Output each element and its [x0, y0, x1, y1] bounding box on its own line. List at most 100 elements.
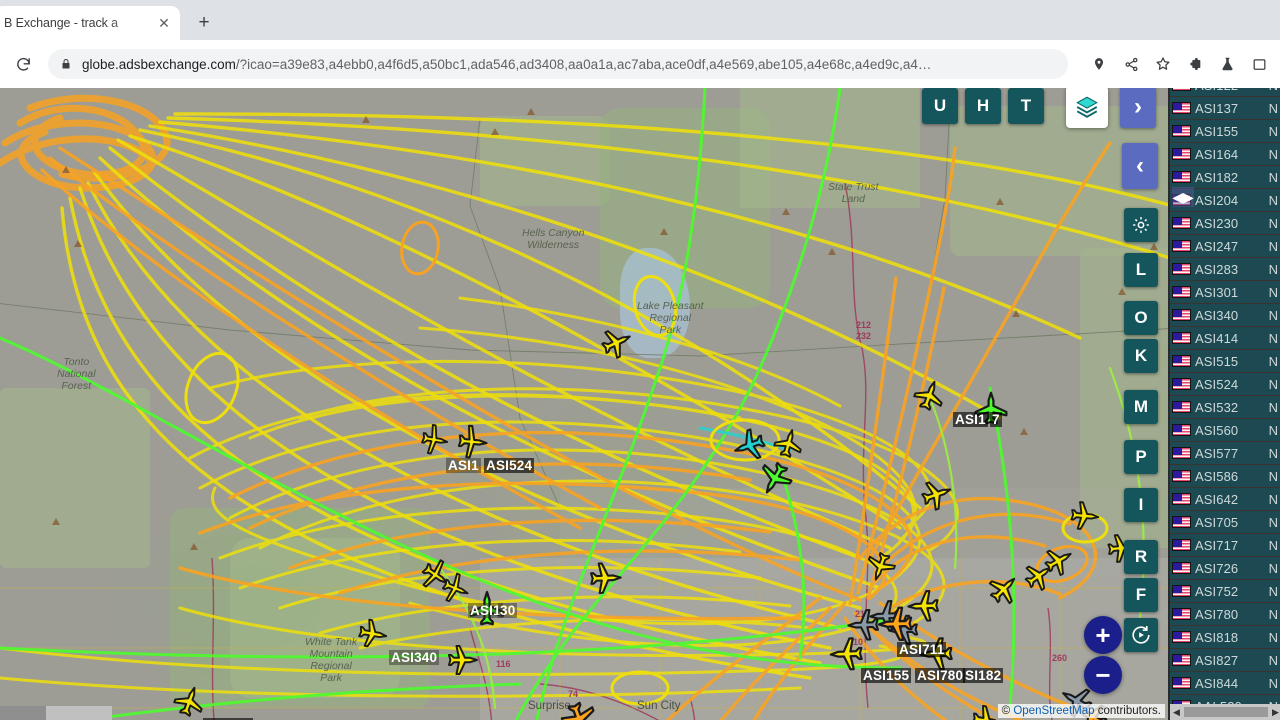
scroll-right-arrow[interactable]: ▶	[1269, 707, 1280, 718]
aircraft-row[interactable]: ASI164 N	[1170, 143, 1280, 166]
aircraft-callsign: ASI705	[1195, 514, 1239, 530]
aircraft-callsign: ASI515	[1195, 353, 1239, 369]
share-icon[interactable]	[1118, 51, 1144, 77]
aircraft-registration: N	[1268, 629, 1278, 645]
page-scrollbar[interactable]	[0, 706, 112, 720]
aircraft-row[interactable]: ASI182 N	[1170, 166, 1280, 189]
aircraft-callsign: ASI827	[1195, 652, 1239, 668]
map-button-l[interactable]: L	[1124, 253, 1158, 287]
aircraft-row[interactable]: ASI586 N	[1170, 465, 1280, 488]
map-button-m[interactable]: M	[1124, 390, 1158, 424]
play-circle-icon[interactable]	[1124, 618, 1158, 652]
aircraft-map-label[interactable]: 30	[498, 603, 518, 618]
tab-title: B Exchange - track a	[4, 16, 119, 30]
layers-icon[interactable]	[1066, 88, 1108, 128]
horizontal-scrollbar[interactable]: ◀ ▶	[1170, 704, 1280, 720]
country-flag-icon	[1172, 102, 1191, 114]
aircraft-map-label[interactable]: ASI155	[861, 668, 912, 683]
aircraft-row[interactable]: ASI717 N	[1170, 534, 1280, 557]
star-icon[interactable]	[1150, 51, 1176, 77]
zoom-out-button[interactable]: −	[1084, 656, 1122, 694]
aircraft-row[interactable]: ASI752 N	[1170, 580, 1280, 603]
aircraft-row[interactable]: ASI780 N	[1170, 603, 1280, 626]
aircraft-row[interactable]: ASI283 N	[1170, 258, 1280, 281]
aircraft-map-label[interactable]: 7	[990, 412, 1002, 427]
map-viewport[interactable]: Hells Canyon Wilderness Lake Pleasant Regio…	[0, 88, 1280, 720]
aircraft-row[interactable]: ASI515 N	[1170, 350, 1280, 373]
aircraft-row[interactable]: ASI137 N	[1170, 97, 1280, 120]
aircraft-row[interactable]: ASI532 N	[1170, 396, 1280, 419]
aircraft-row[interactable]: ASI301 N	[1170, 281, 1280, 304]
aircraft-map-label[interactable]: SI182	[963, 668, 1004, 683]
close-icon[interactable]: ✕	[154, 13, 174, 33]
map-button-i[interactable]: I	[1124, 488, 1158, 522]
aircraft-callsign: ASI122	[1195, 88, 1238, 93]
aircraft-row[interactable]: ASI560 N	[1170, 419, 1280, 442]
aircraft-map-label[interactable]: ASI524	[484, 458, 535, 473]
country-flag-icon	[1172, 424, 1191, 436]
page-scrollbar-thumb[interactable]	[0, 706, 46, 720]
map-button-h[interactable]: H	[965, 88, 1001, 124]
aircraft-callsign: ASI301	[1195, 284, 1239, 300]
aircraft-registration: N	[1268, 537, 1278, 553]
aircraft-callsign: ASI137	[1195, 100, 1239, 116]
aircraft-row[interactable]: ASI705 N	[1170, 511, 1280, 534]
lock-icon	[60, 57, 72, 71]
aircraft-map-label[interactable]: ASI340	[389, 650, 440, 665]
new-tab-button[interactable]: +	[190, 9, 218, 37]
aircraft-list[interactable]: ASI122 N ASI137 N ASI155 N ASI164 N ASI182 N ASI20…	[1170, 88, 1280, 718]
map-button-p[interactable]: P	[1124, 440, 1158, 474]
experiments-icon[interactable]	[1214, 51, 1240, 77]
map-button-t[interactable]: T	[1008, 88, 1044, 124]
aircraft-callsign: ASI780	[1195, 606, 1239, 622]
scroll-left-arrow[interactable]: ◀	[1170, 707, 1183, 718]
openstreetmap-link[interactable]: OpenStreetMap	[1013, 705, 1094, 717]
aircraft-map-label[interactable]: ASI1	[953, 412, 988, 427]
aircraft-map-label[interactable]: ASI780	[915, 668, 966, 683]
reload-icon[interactable]	[8, 49, 38, 79]
aircraft-row[interactable]: ASI230 N	[1170, 212, 1280, 235]
aircraft-row[interactable]: ASI726 N	[1170, 557, 1280, 580]
aircraft-row[interactable]: ASI340 N	[1170, 304, 1280, 327]
aircraft-row[interactable]: ASI122 N	[1170, 88, 1280, 97]
aircraft-row[interactable]: ASI844 N	[1170, 672, 1280, 695]
country-flag-icon	[1172, 148, 1191, 160]
location-pin-icon[interactable]	[1086, 51, 1112, 77]
map-button-r[interactable]: R	[1124, 540, 1158, 574]
country-flag-icon	[1172, 309, 1191, 321]
aircraft-row[interactable]: ASI577 N	[1170, 442, 1280, 465]
extensions-icon[interactable]	[1182, 51, 1208, 77]
map-button-u[interactable]: U	[922, 88, 958, 124]
aircraft-row[interactable]: ASI827 N	[1170, 649, 1280, 672]
map-button-f[interactable]: F	[1124, 578, 1158, 612]
aircraft-registration: N	[1268, 606, 1278, 622]
aircraft-registration: N	[1268, 146, 1278, 162]
map-button-o[interactable]: O	[1124, 301, 1158, 335]
zoom-in-button[interactable]: +	[1084, 616, 1122, 654]
address-bar[interactable]: globe.adsbexchange.com/?icao=a39e83,a4eb…	[48, 49, 1068, 79]
aircraft-map-label[interactable]: ASI1	[446, 458, 481, 473]
aircraft-row[interactable]: ASI247 N	[1170, 235, 1280, 258]
sidepanel-icon[interactable]	[1246, 51, 1272, 77]
aircraft-registration: N	[1268, 399, 1278, 415]
aircraft-row[interactable]: ASI155 N	[1170, 120, 1280, 143]
aircraft-callsign: ASI844	[1195, 675, 1239, 691]
map-button-k[interactable]: K	[1124, 339, 1158, 373]
country-flag-icon	[1172, 585, 1191, 597]
browser-tab[interactable]: B Exchange - track a ✕	[0, 6, 180, 40]
aircraft-map-label[interactable]: ASI711	[897, 642, 947, 657]
expand-sidebar-button[interactable]: ›	[1120, 88, 1156, 128]
aircraft-row[interactable]: ASI642 N	[1170, 488, 1280, 511]
gear-icon[interactable]	[1124, 208, 1158, 242]
attribution-prefix: ©	[1001, 705, 1011, 717]
aircraft-registration: N	[1268, 560, 1278, 576]
country-flag-icon	[1172, 608, 1191, 620]
attribution: © OpenStreetMap contributors.	[997, 704, 1165, 718]
scrollbar-thumb[interactable]	[1184, 707, 1268, 717]
aircraft-row[interactable]: ASI524 N	[1170, 373, 1280, 396]
aircraft-row[interactable]: ASI818 N	[1170, 626, 1280, 649]
country-flag-icon	[1172, 562, 1191, 574]
collapse-sidebar-button[interactable]: ‹	[1122, 143, 1158, 189]
aircraft-row[interactable]: ASI414 N	[1170, 327, 1280, 350]
aircraft-list-sidebar[interactable]: ASI122 N ASI137 N ASI155 N ASI164 N ASI182 N ASI20…	[1168, 88, 1280, 720]
